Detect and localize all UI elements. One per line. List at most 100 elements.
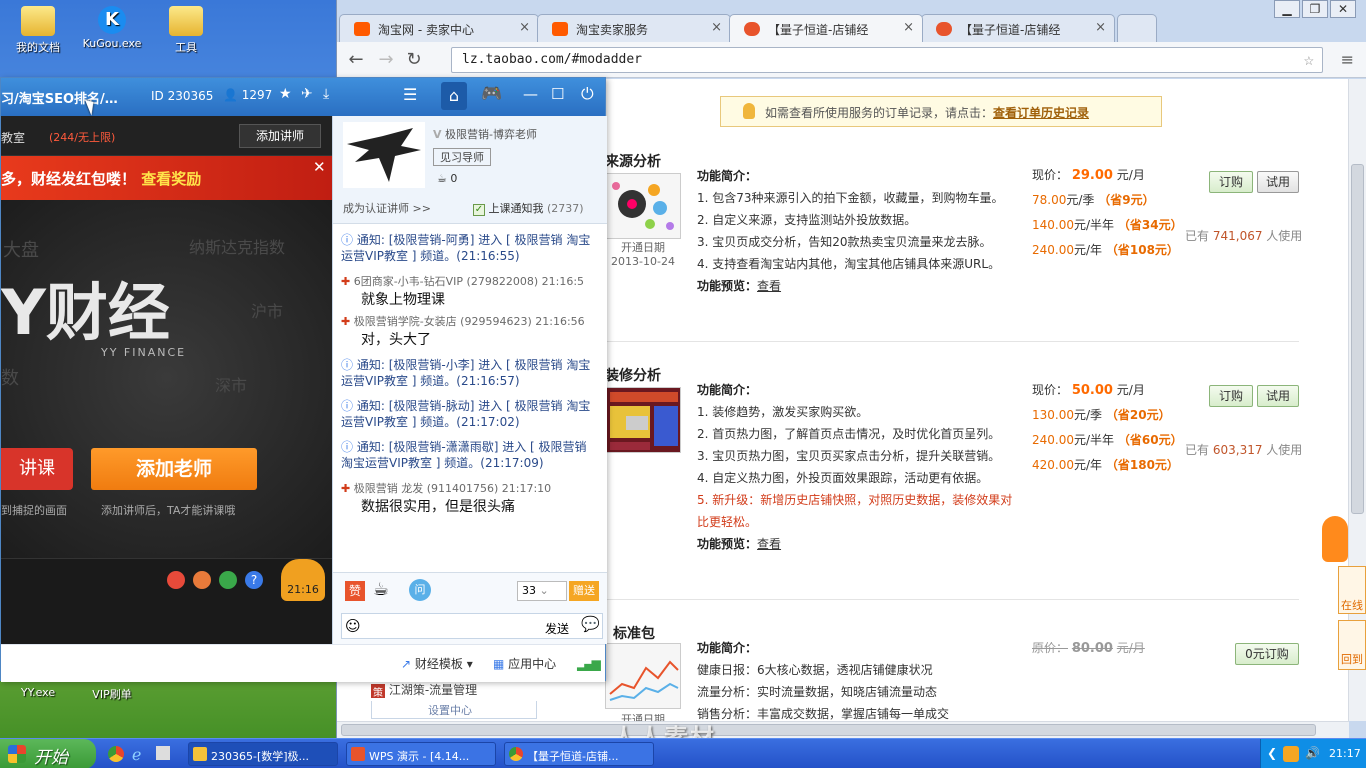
power-icon[interactable]: ⏻ — [581, 84, 594, 104]
chat-notice: ⓘ 通知: [极限营销-小李] 进入 [ 极限营销 淘宝运营VIP教室 ] 频道… — [341, 357, 599, 389]
apps-grid-icon: ▦ — [493, 657, 505, 671]
gamepad-icon[interactable]: 🎮 — [481, 84, 502, 104]
chat-notice-text: 通知: [极限营销-脉动] 进入 [ 极限营销 淘宝运营VIP教室 ] 频道。(… — [341, 399, 591, 429]
desktop-quicklaunch-icon[interactable] — [156, 746, 170, 760]
speech-bubble-icon[interactable]: 💬 — [581, 615, 600, 633]
tab-liangzi-1[interactable]: 【量子恒道-店铺经 × — [729, 14, 923, 42]
sign-icon[interactable] — [193, 571, 211, 589]
yy-finance-logo: Y财经 — [1, 276, 170, 349]
scroll-thumb[interactable] — [341, 724, 1316, 736]
preview-link[interactable]: 查看 — [757, 279, 781, 293]
taskbar-item-wps[interactable]: WPS 演示 - [4.14... — [346, 742, 496, 766]
close-tab-icon[interactable]: × — [1095, 20, 1106, 35]
preview-link[interactable]: 查看 — [757, 537, 781, 551]
desktop-icon-yy[interactable]: YY.exe — [0, 686, 76, 699]
side-menu-item[interactable]: 策 江湖策-流量管理 — [371, 681, 477, 699]
side-menu: 策 江湖策-流量管理 设置中心 — [337, 677, 545, 721]
banner-link[interactable]: 查看奖励 — [141, 170, 201, 188]
notify-toggle[interactable]: ✓ 上课通知我 (2737) — [473, 200, 584, 216]
coffee-gift-icon[interactable]: ☕ — [373, 579, 389, 600]
decoration-analysis-graphic — [610, 392, 678, 450]
emoji-icon[interactable]: ☺ — [345, 617, 361, 635]
download-icon[interactable]: ⤓ — [323, 86, 329, 102]
send-button[interactable]: 发送 — [545, 620, 569, 637]
price-column: 现价： 29.00 元/月 78.00元/季 （省9元） 140.00元/半年 … — [1032, 163, 1183, 263]
room-label: 教室 — [1, 131, 26, 145]
tab-label: 【量子恒道-店铺经 — [768, 23, 869, 37]
tray-arrow-icon[interactable]: ❮ — [1267, 746, 1277, 760]
menu-icon[interactable]: ≡ — [1341, 50, 1354, 69]
help-icon[interactable]: ? — [245, 571, 263, 589]
side-menu-sub[interactable]: 设置中心 — [371, 701, 537, 719]
feature-item-new: 5. 新升级：新增历史店铺快照，对照历史数据，装修效果对比更轻松。 — [697, 493, 1013, 529]
reload-icon[interactable]: ↻ — [403, 49, 425, 71]
back-icon[interactable]: ← — [345, 49, 367, 71]
promo-banner[interactable]: 多，财经发红包喽！ 查看奖励 ✕ — [1, 156, 332, 200]
taskbar: 开始 ℯ 230365-[数学]极... WPS 演示 - [4.14... 【… — [0, 738, 1366, 768]
trend-icon[interactable] — [219, 571, 237, 589]
new-tab-button[interactable] — [1117, 14, 1157, 42]
trial-button[interactable]: 试用 — [1257, 171, 1299, 193]
lecture-button[interactable]: 讲课 — [1, 448, 73, 490]
task-label: WPS 演示 - [4.14... — [369, 750, 470, 763]
order-button[interactable]: 订购 — [1209, 385, 1253, 407]
chat-message: ✚ 极限营销 龙发 (911401756) 21:17:10 数据很实用，但是很头… — [341, 480, 599, 516]
close-banner-icon[interactable]: ✕ — [313, 158, 326, 176]
channel-id: ID 230365 — [151, 89, 214, 103]
chrome-quicklaunch-icon[interactable] — [108, 746, 124, 762]
bookmark-star-icon[interactable]: ☆ — [1304, 50, 1314, 70]
back-to-top-widget[interactable]: 回到 — [1338, 620, 1366, 670]
gift-count-select[interactable]: 33 ⌄ — [517, 581, 567, 601]
feature-item: 2. 首页热力图，了解首页点击情况，及时优化首页呈列。 — [697, 427, 1001, 441]
online-label: 在线 — [1341, 599, 1363, 612]
desktop-icon-tools[interactable]: 工具 — [148, 6, 224, 55]
reward-icon[interactable] — [167, 571, 185, 589]
gift-icon: ✚ — [341, 482, 351, 495]
minimize-icon[interactable]: — — [523, 85, 538, 103]
order-history-link[interactable]: 查看订单历史记录 — [993, 106, 1089, 120]
close-tab-icon[interactable]: × — [903, 20, 914, 35]
start-button[interactable]: 开始 — [0, 739, 96, 768]
free-order-button[interactable]: 0元订购 — [1235, 643, 1299, 665]
tab-liangzi-2[interactable]: 【量子恒道-店铺经 × — [921, 14, 1115, 42]
desktop-icon-label: YY.exe — [20, 686, 56, 699]
list-icon[interactable]: ☰ — [403, 85, 417, 104]
certify-link[interactable]: 成为认证讲师 >> — [343, 200, 431, 216]
feature-item: 流量分析：实时流量数据，知晓店铺流量动态 — [697, 685, 938, 699]
online-service-widget[interactable]: 在线 — [1338, 566, 1366, 614]
channel-title: 习/淘宝SEO排名/… — [1, 92, 118, 107]
close-tab-icon[interactable]: × — [519, 20, 530, 35]
app-center-button[interactable]: ▦ 应用中心 — [493, 655, 556, 672]
finance-template-button[interactable]: ↗ 财经模板 ▾ — [401, 655, 473, 672]
ie-quicklaunch-icon[interactable]: ℯ — [132, 745, 141, 764]
forward-icon[interactable]: → — [375, 49, 397, 71]
desktop-icon-my-documents[interactable]: 我的文档 — [0, 6, 76, 55]
like-icon[interactable]: 赞 — [345, 581, 365, 601]
tray-app-icon[interactable] — [1283, 746, 1299, 762]
address-bar[interactable]: lz.taobao.com/#modadder ☆ — [451, 47, 1323, 73]
order-button[interactable]: 订购 — [1209, 171, 1253, 193]
desktop-icon-vip[interactable]: VIP刷单 — [74, 686, 150, 702]
maximize-icon[interactable]: ☐ — [551, 85, 564, 103]
teacher-avatar — [343, 122, 425, 188]
taskbar-item-yy[interactable]: 230365-[数学]极... — [188, 742, 338, 766]
close-tab-icon[interactable]: × — [711, 20, 722, 35]
volume-icon[interactable]: 🔊 — [1305, 746, 1320, 760]
trial-button[interactable]: 试用 — [1257, 385, 1299, 407]
home-icon[interactable]: ⌂ — [441, 82, 467, 110]
horizontal-scrollbar[interactable] — [337, 721, 1349, 738]
scroll-thumb[interactable] — [1351, 164, 1364, 514]
share-icon[interactable]: ✈ — [301, 86, 313, 102]
favorite-star-icon[interactable]: ★ — [279, 86, 292, 102]
desktop-icon-kugou[interactable]: K KuGou.exe — [74, 6, 150, 50]
treasure-bag-icon[interactable]: 21:16 — [281, 559, 325, 601]
add-teacher-button[interactable]: 添加讲师 — [239, 124, 321, 148]
checkbox-icon[interactable]: ✓ — [473, 204, 485, 216]
tab-seller-service[interactable]: 淘宝卖家服务 × — [537, 14, 731, 42]
question-icon[interactable]: 问 — [409, 579, 431, 601]
tab-seller-center[interactable]: 淘宝网 - 卖家中心 × — [339, 14, 539, 42]
add-teacher-big-button[interactable]: 添加老师 — [91, 448, 257, 490]
teacher-card: V 极限营销-博弈老师 见习导师 ☕ 0 成为认证讲师 >> ✓ 上课通知我 (… — [333, 116, 607, 224]
taskbar-item-chrome[interactable]: 【量子恒道-店铺... — [504, 742, 654, 766]
gift-send-button[interactable]: 赠送 — [569, 581, 599, 601]
